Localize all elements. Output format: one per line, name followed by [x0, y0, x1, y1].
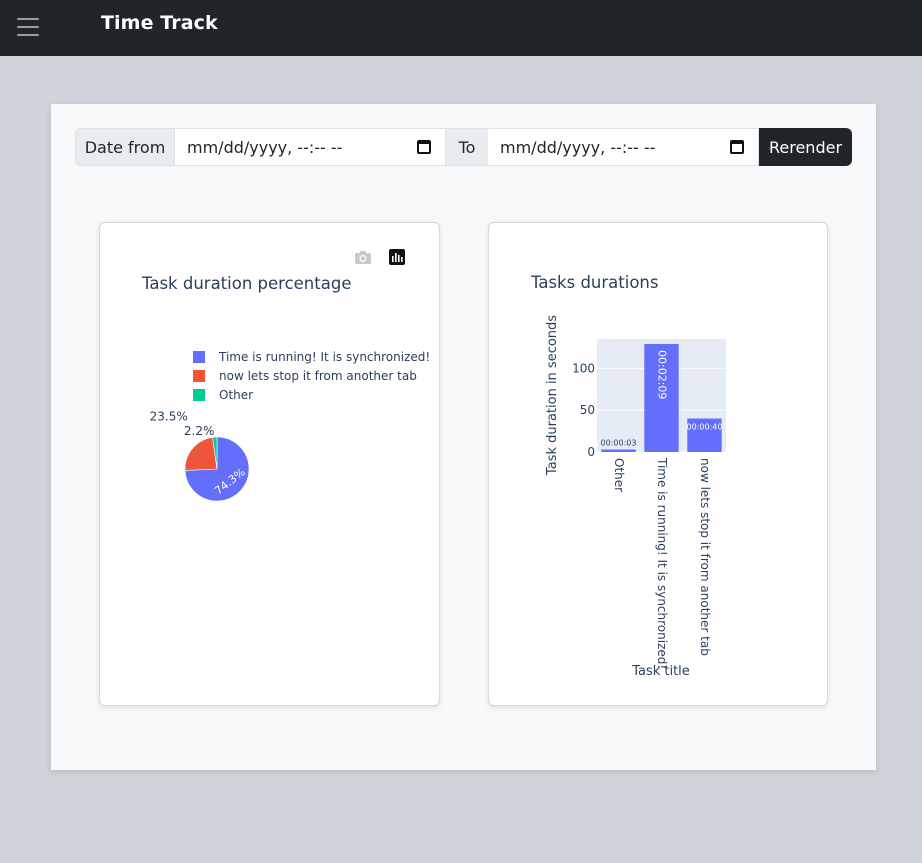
bar[interactable]	[601, 449, 636, 452]
x-tick-label: Time is running! It is synchronized!	[655, 457, 669, 669]
x-tick-label: Other	[612, 458, 626, 492]
date-from-label: Date from	[75, 128, 175, 166]
date-to-value: mm/dd/yyyy, --:-- --	[500, 137, 656, 157]
legend-label: Time is running! It is synchronized!	[219, 349, 431, 364]
date-from-value: mm/dd/yyyy, --:-- --	[187, 137, 343, 157]
date-filter-group: Date from mm/dd/yyyy, --:-- -- To mm/dd/…	[75, 128, 852, 166]
bar-chart-card: Tasks durations Task duration in seconds…	[488, 222, 828, 706]
legend-label: now lets stop it from another tab	[219, 368, 417, 383]
y-tick-label: 50	[580, 403, 595, 417]
calendar-icon[interactable]	[730, 140, 744, 154]
bar-value-label: 00:00:03	[601, 438, 637, 447]
legend-item[interactable]: now lets stop it from another tab	[193, 366, 430, 385]
app-title[interactable]: Time Track	[101, 12, 218, 34]
legend-swatch	[193, 350, 205, 363]
rerender-button[interactable]: Rerender	[759, 128, 852, 166]
bar-chart: Task duration in seconds Task title 0501…	[545, 315, 726, 679]
y-tick-label: 0	[587, 445, 595, 459]
date-from-input[interactable]: mm/dd/yyyy, --:-- --	[175, 128, 446, 166]
calendar-icon[interactable]	[417, 140, 431, 154]
main-container: Date from mm/dd/yyyy, --:-- -- To mm/dd/…	[51, 104, 876, 770]
legend-item[interactable]: Time is running! It is synchronized!	[193, 347, 430, 366]
date-to-input[interactable]: mm/dd/yyyy, --:-- --	[488, 128, 759, 166]
legend-swatch	[193, 369, 205, 382]
bar-value-label: 00:02:09	[656, 350, 669, 399]
bar-value-label: 00:00:40	[687, 423, 723, 432]
plotly-logo-icon[interactable]	[388, 249, 406, 265]
pie-chart-card: Task duration percentage Time is running…	[99, 222, 440, 706]
pie-chart: 74.3%23.5%2.2%	[150, 410, 250, 502]
navbar: Time Track	[0, 0, 922, 56]
y-axis-label: Task duration in seconds	[545, 315, 560, 476]
y-tick-label: 100	[572, 361, 595, 375]
date-to-label: To	[446, 128, 488, 166]
pie-slice[interactable]	[184, 436, 218, 471]
chart-modebar	[354, 249, 406, 265]
pie-chart-title: Task duration percentage	[142, 274, 352, 293]
pie-slice-label: 23.5%	[150, 410, 188, 424]
camera-icon[interactable]	[354, 249, 372, 265]
hamburger-icon[interactable]	[17, 18, 39, 38]
pie-slice-label: 2.2%	[184, 424, 215, 438]
x-tick-label: now lets stop it from another tab	[698, 458, 712, 656]
